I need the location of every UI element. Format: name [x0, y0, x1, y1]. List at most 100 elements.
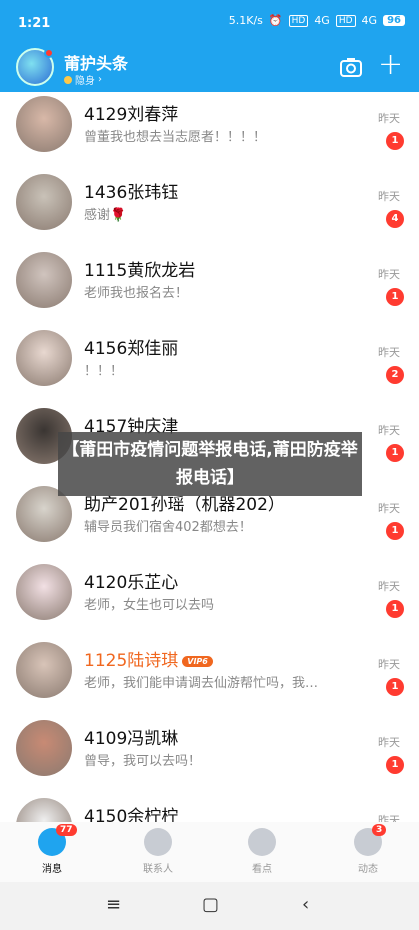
contact-avatar[interactable] [16, 798, 72, 822]
contact-name-text: 4120乐芷心 [84, 573, 179, 593]
unread-badge: 4 [386, 210, 404, 228]
contact-avatar[interactable] [16, 252, 72, 308]
conversation-row[interactable]: 4129刘春萍曾董我也想去当志愿者！！！！ 昨天 1 [0, 96, 419, 174]
message-preview: 老师我也报名去！ [84, 286, 189, 301]
unread-badge: 1 [386, 756, 404, 774]
contact-avatar[interactable] [16, 564, 72, 620]
menu-icon[interactable]: ≡ [106, 894, 121, 915]
conversation-row[interactable]: 1125陆诗琪 VIP6 老师，我们能申请调去仙游帮忙吗，我… 昨天 1 [0, 642, 419, 720]
tab-contacts[interactable]: 联系人 [118, 828, 198, 875]
contact-name: 1436张玮钰 [84, 178, 178, 203]
tab-watch[interactable]: 看点 [222, 828, 302, 875]
messages-count: 77 [56, 824, 77, 836]
message-time: 昨天 [378, 658, 400, 671]
vip-badge: VIP6 [182, 655, 213, 667]
status-icons: 5.1K/s ⏰ HD 4G HD 4G 96 [229, 14, 405, 27]
contact-name: 1115黄欣龙岩 [84, 256, 195, 281]
status-selector[interactable]: 隐身 › [64, 72, 102, 87]
message-preview: 老师，女生也可以去吗 [84, 598, 215, 613]
contacts-icon [144, 828, 172, 856]
conversation-row[interactable]: 4120乐芷心老师，女生也可以去吗 昨天 1 [0, 564, 419, 642]
message-preview: 曾导，我可以去吗！ [84, 754, 202, 769]
contact-name-text: 助产201孙瑶（机器202） [84, 495, 285, 515]
camera-icon[interactable] [340, 56, 362, 78]
unread-badge: 1 [386, 444, 404, 462]
unread-badge: 1 [386, 132, 404, 150]
message-time: 昨天 [378, 424, 400, 437]
tab-label: 动态 [358, 864, 378, 875]
contact-avatar[interactable] [16, 720, 72, 776]
plus-icon[interactable]: + [378, 50, 403, 80]
message-preview: 辅导员我们宿舍402都想去！ [84, 520, 252, 535]
unread-badge: 1 [386, 288, 404, 306]
contact-name-text: 4156郑佳丽 [84, 339, 179, 359]
tab-feed[interactable]: 3 动态 [328, 824, 408, 875]
message-time: 昨天 [378, 112, 400, 125]
status-dot-icon [64, 75, 72, 84]
contact-name-text: 4150余柠柠 [84, 807, 179, 822]
signal-1: 4G [314, 14, 330, 27]
conversation-row[interactable]: 1436张玮钰感谢🌹 昨天 4 [0, 174, 419, 252]
conversation-row[interactable]: 4109冯凯琳曾导，我可以去吗！ 昨天 1 [0, 720, 419, 798]
message-preview: 感谢🌹 [84, 208, 127, 223]
contact-name: 4129刘春萍 [84, 100, 178, 125]
conversation-row[interactable]: 4150余柠柠 昨天 [0, 798, 419, 822]
contact-name-text: 1115黄欣龙岩 [84, 261, 196, 281]
contact-name: 4120乐芷心 [84, 568, 178, 593]
message-time: 昨天 [378, 190, 400, 203]
tab-messages[interactable]: 77 消息 [12, 824, 92, 875]
message-preview: 曾董我也想去当志愿者！！！！ [84, 130, 267, 145]
overlay-banner: 【莆田市疫情问题举报电话,莆田防疫举报电话】 [58, 432, 362, 496]
unread-badge: 2 [386, 366, 404, 384]
status-label: 隐身 [75, 76, 95, 87]
conversation-row[interactable]: 助产201孙瑶（机器202） 辅导员我们宿舍402都想去！ 昨天 1 [0, 486, 419, 564]
notification-dot [44, 48, 54, 58]
contact-avatar[interactable] [16, 642, 72, 698]
message-time: 昨天 [378, 346, 400, 359]
message-preview: ！！！ [84, 364, 124, 379]
message-time: 昨天 [378, 736, 400, 749]
contact-avatar[interactable] [16, 96, 72, 152]
contact-name-text: 4109冯凯琳 [84, 729, 179, 749]
battery-level: 96 [383, 15, 405, 26]
contact-name: 4150余柠柠 [84, 802, 178, 822]
feed-icon: 3 [354, 824, 387, 856]
tab-label: 联系人 [143, 864, 173, 875]
contact-name-text: 1436张玮钰 [84, 183, 179, 203]
status-bar: 1:21 5.1K/s ⏰ HD 4G HD 4G 96 [0, 0, 419, 48]
conversation-row[interactable]: 1115黄欣龙岩老师我也报名去！ 昨天 1 [0, 252, 419, 330]
back-icon[interactable]: ‹ [302, 894, 309, 915]
app-header: 莆护头条 隐身 › + [0, 48, 419, 92]
unread-badge: 1 [386, 522, 404, 540]
message-time: 昨天 [378, 268, 400, 281]
contact-avatar[interactable] [16, 330, 72, 386]
message-time: 昨天 [378, 580, 400, 593]
feed-count: 3 [372, 824, 387, 836]
profile-avatar[interactable] [16, 48, 54, 86]
message-time: 昨天 [378, 502, 400, 515]
home-icon[interactable]: ▢ [202, 894, 219, 915]
hd-badge-1: HD [288, 14, 309, 27]
contact-name-text: 4129刘春萍 [84, 105, 179, 125]
eye-icon [248, 828, 276, 856]
system-nav-bar: ≡ ▢ ‹ [0, 882, 419, 930]
messages-icon: 77 [38, 824, 77, 856]
message-preview: 老师，我们能申请调去仙游帮忙吗，我… [84, 676, 319, 691]
contact-name-text: 1125陆诗琪 [84, 651, 179, 671]
unread-badge: 1 [386, 678, 404, 696]
account-name: 莆护头条 [64, 54, 129, 73]
unread-badge: 1 [386, 600, 404, 618]
chevron-right-icon: › [98, 74, 102, 85]
contact-name: 4156郑佳丽 [84, 334, 178, 359]
contact-name: 4109冯凯琳 [84, 724, 178, 749]
contact-avatar[interactable] [16, 174, 72, 230]
message-time: 昨天 [378, 814, 400, 822]
signal-2: 4G [361, 14, 378, 27]
conversation-row[interactable]: 4156郑佳丽 ！！！ 昨天 2 [0, 330, 419, 408]
tab-label: 消息 [42, 864, 62, 875]
status-time: 1:21 [18, 16, 51, 31]
alarm-icon: ⏰ [268, 14, 283, 27]
network-speed: 5.1K/s [228, 14, 263, 27]
tab-label: 看点 [252, 864, 272, 875]
hd-badge-2: HD [335, 14, 356, 27]
